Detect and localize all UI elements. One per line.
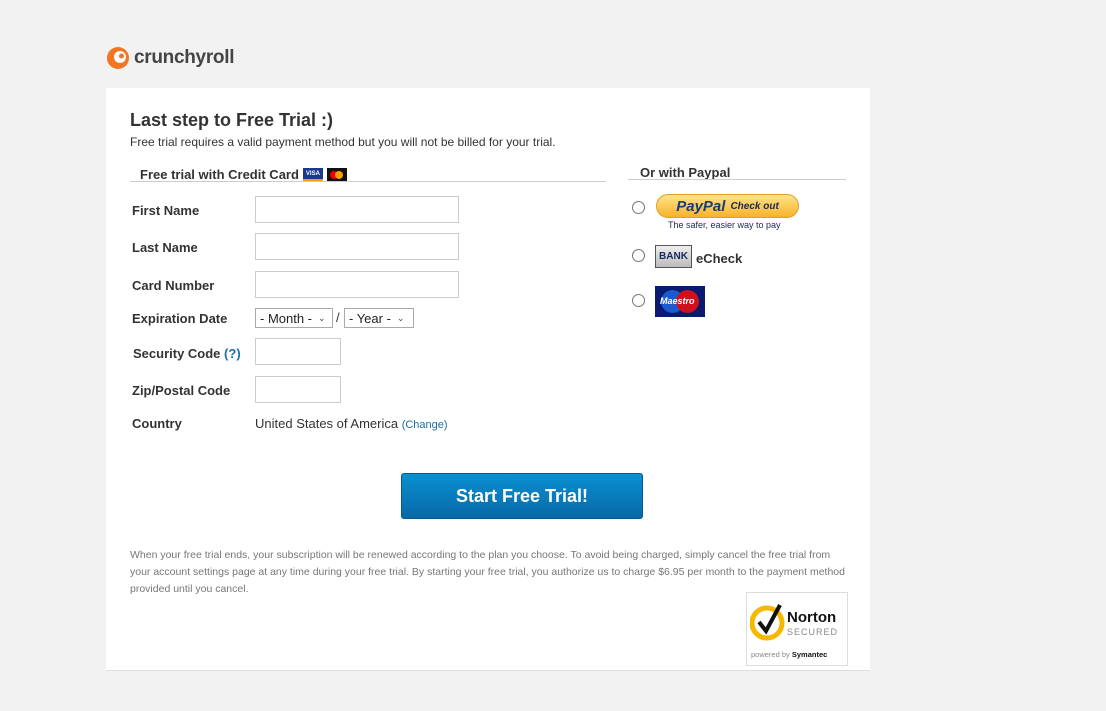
divider — [130, 181, 606, 182]
year-select[interactable]: - Year - ⌄ — [344, 308, 414, 328]
chevron-down-icon: ⌄ — [318, 312, 326, 323]
month-select[interactable]: - Month - ⌄ — [255, 308, 333, 328]
zip-input[interactable] — [255, 376, 341, 403]
page-subtitle: Free trial requires a valid payment meth… — [130, 135, 556, 149]
divider — [628, 179, 846, 180]
norton-secured-badge[interactable]: Norton SECURED powered by Symantec — [746, 592, 848, 666]
country-label: Country — [132, 416, 182, 431]
start-free-trial-button[interactable]: Start Free Trial! — [401, 473, 643, 519]
symantec-text: Symantec — [791, 650, 828, 659]
norton-powered: powered by Symantec — [751, 650, 827, 659]
first-name-label: First Name — [132, 203, 200, 218]
month-value: - Month - — [260, 310, 313, 326]
card-number-label: Card Number — [132, 278, 215, 293]
paypal-checkout-text: Check out — [730, 200, 779, 212]
page-title: Last step to Free Trial :) — [130, 110, 334, 130]
powered-by-text: powered by — [751, 650, 790, 659]
mastercard-icon — [326, 168, 347, 181]
echeck-label: eCheck — [696, 251, 743, 266]
brand-name: crunchyroll — [134, 47, 235, 68]
norton-name: Norton — [787, 609, 837, 626]
paypal-tagline: The safer, easier way to pay — [668, 220, 781, 230]
paypal-radio[interactable] — [632, 201, 645, 214]
crunchyroll-icon — [107, 47, 129, 69]
maestro-icon: Maestro — [655, 286, 705, 317]
credit-card-heading: Free trial with Credit Card VISA — [140, 167, 347, 182]
last-name-input[interactable] — [255, 233, 459, 260]
echeck-radio[interactable] — [632, 249, 645, 262]
norton-check-icon — [750, 604, 785, 641]
zip-label: Zip/Postal Code — [132, 383, 231, 398]
year-value: - Year - — [349, 310, 391, 326]
visa-icon: VISA — [302, 168, 323, 181]
norton-secured: SECURED — [787, 627, 839, 637]
legal-notice: When your free trial ends, your subscrip… — [130, 549, 845, 595]
paypal-logo: PayPal — [676, 197, 726, 215]
security-code-input[interactable] — [255, 338, 341, 365]
first-name-input[interactable] — [255, 196, 459, 223]
credit-card-heading-text: Free trial with Credit Card — [140, 167, 299, 182]
maestro-text: Maestro — [660, 296, 695, 306]
country-value: United States of America (Change) — [255, 416, 448, 431]
security-code-text: Security Code — [133, 346, 221, 361]
crunchyroll-logo[interactable]: crunchyroll — [106, 46, 234, 70]
security-code-label: Security Code (?) — [133, 346, 241, 361]
change-country-link[interactable]: (Change) — [402, 419, 448, 431]
paypal-checkout-button[interactable]: PayPal Check out — [656, 194, 799, 218]
paypal-heading: Or with Paypal — [640, 165, 731, 180]
bank-icon: BANK — [655, 245, 692, 268]
maestro-radio[interactable] — [632, 294, 645, 307]
chevron-down-icon: ⌄ — [396, 312, 405, 323]
security-help-link[interactable]: (?) — [224, 346, 241, 361]
expiration-label: Expiration Date — [132, 311, 228, 326]
card-number-input[interactable] — [255, 271, 459, 298]
signup-card: Last step to Free Trial :) Free trial re… — [106, 88, 870, 671]
last-name-label: Last Name — [132, 240, 198, 255]
date-separator: / — [336, 310, 340, 325]
country-name: United States of America — [255, 416, 399, 431]
